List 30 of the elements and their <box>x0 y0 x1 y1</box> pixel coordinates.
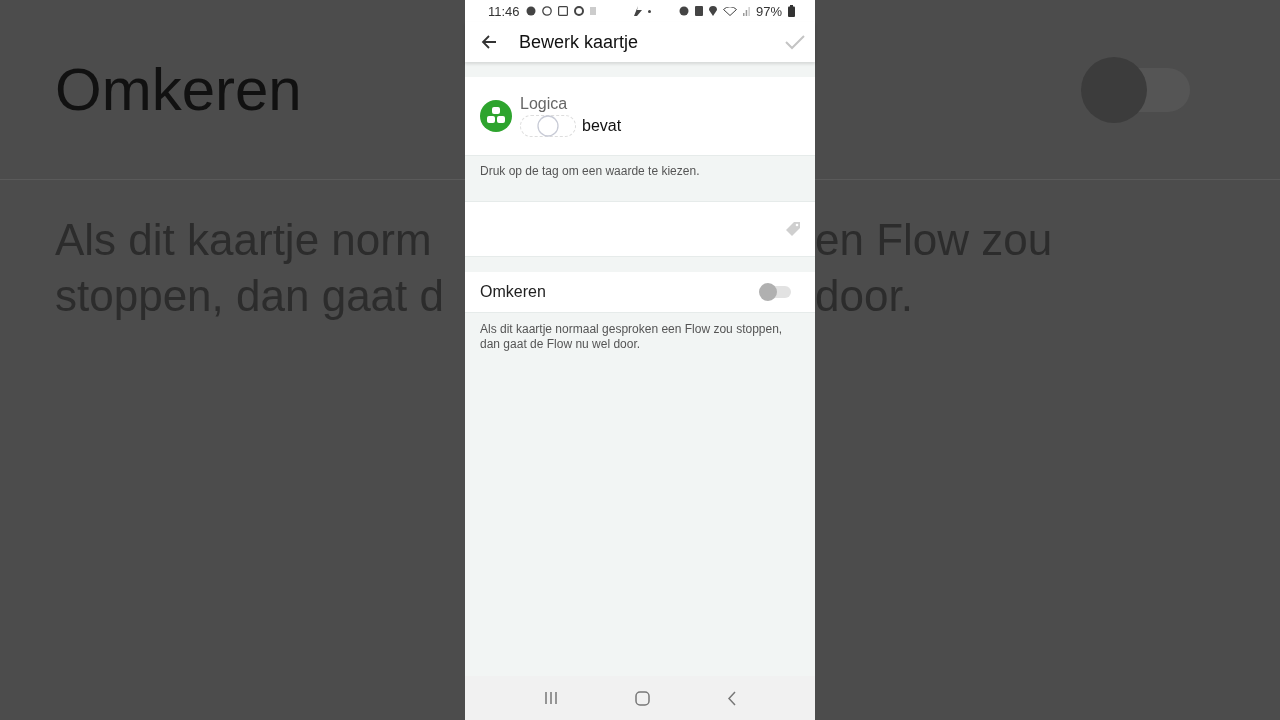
back-icon[interactable] <box>726 690 737 706</box>
ring-icon <box>573 6 584 16</box>
home-icon[interactable] <box>634 690 650 706</box>
status-time: 11:46 <box>488 3 520 19</box>
dot-icon <box>525 6 536 16</box>
dot-icon <box>647 9 651 13</box>
hint-text: Druk op de tag om een waarde te kiezen. <box>479 163 701 180</box>
back-arrow-icon <box>481 34 497 50</box>
card-category: Logica <box>520 95 569 113</box>
confirm-button[interactable] <box>785 34 805 50</box>
back-button[interactable] <box>481 34 497 50</box>
circle-icon <box>537 115 559 137</box>
invert-switch[interactable] <box>761 286 791 298</box>
backdrop-title: Omkeren <box>55 55 302 124</box>
screen-title: Bewerk kaartje <box>519 31 640 53</box>
invert-label: Omkeren <box>480 283 546 301</box>
logic-category-icon <box>480 100 512 132</box>
wifi-icon <box>722 6 737 16</box>
location-icon <box>708 6 717 16</box>
tag-icon <box>785 221 801 237</box>
bolt-icon <box>633 6 642 16</box>
invert-description: Als dit kaartje normaal gesproken een Flow zou stoppen, dan gaat de Flow nu wel door. <box>479 321 784 353</box>
signal-icon <box>742 6 750 16</box>
card-condition: bevat <box>582 117 622 135</box>
recent-apps-icon[interactable] <box>543 691 558 705</box>
battery-level: 97% <box>755 3 782 19</box>
tag-value-field[interactable] <box>465 201 815 257</box>
battery-icon <box>788 5 795 17</box>
tag-placeholder[interactable] <box>520 115 576 137</box>
checkmark-icon <box>785 34 805 50</box>
